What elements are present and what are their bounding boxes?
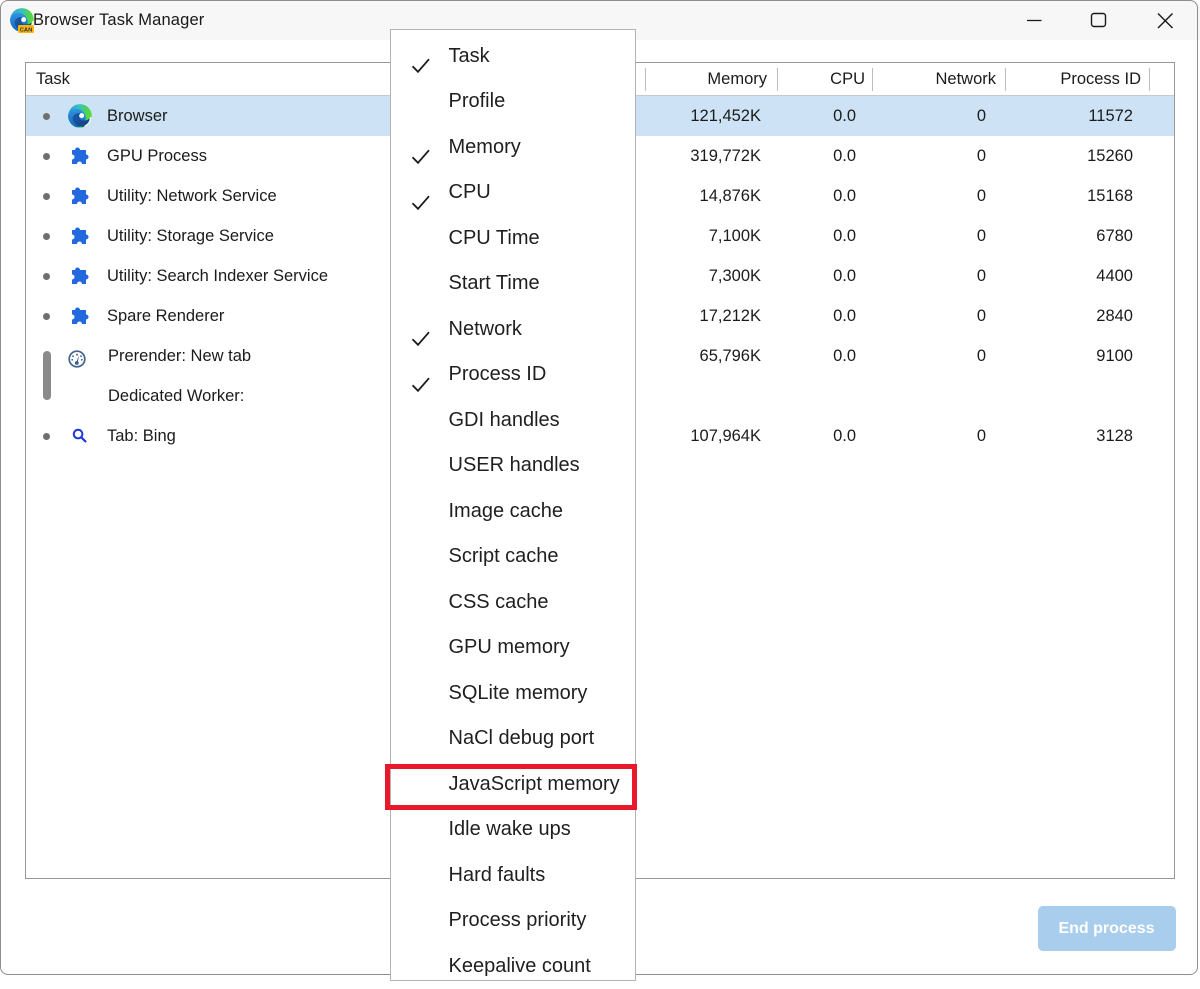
svg-text:CAN: CAN	[19, 27, 32, 33]
